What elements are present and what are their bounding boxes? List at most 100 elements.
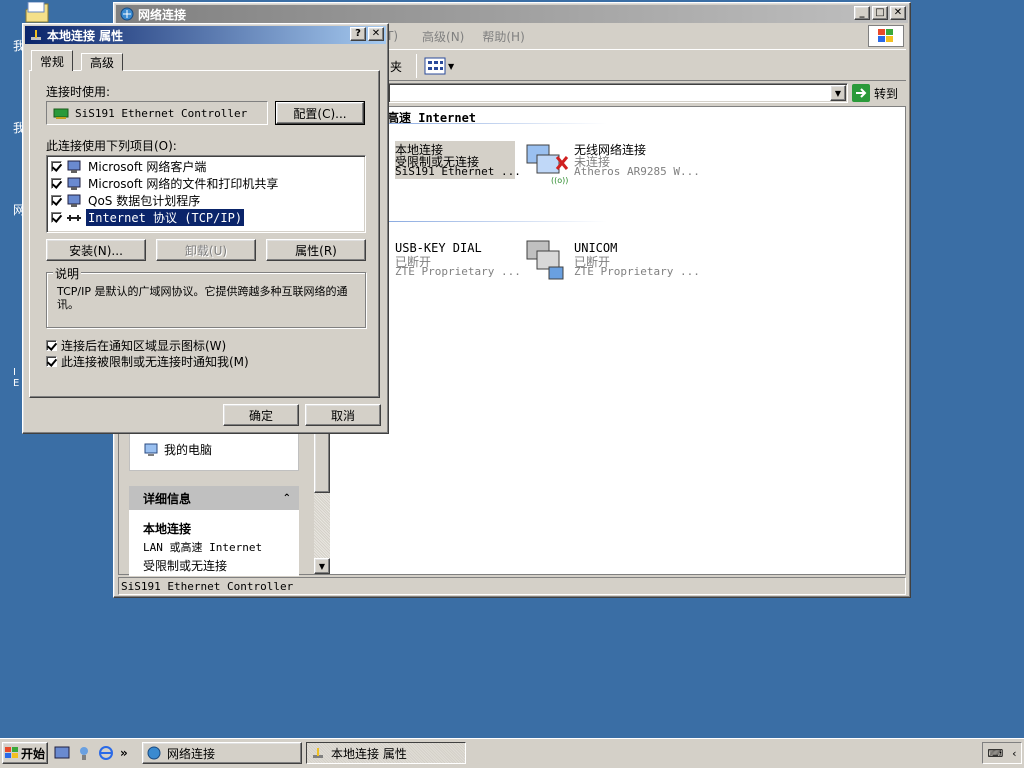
help-button[interactable]: ? [350, 27, 366, 41]
properties-dialog: 本地连接 属性 ? ✕ 常规 高级 连接时使用: SiS191 Ethernet… [22, 23, 389, 434]
install-button[interactable]: 安装(N)... [46, 239, 146, 261]
network-adapter-icon [53, 108, 69, 119]
dialup-connection-icon [523, 237, 571, 288]
close-button[interactable]: ✕ [890, 6, 906, 20]
connection-device: SiS191 Ethernet ... [395, 165, 521, 178]
desktop-icon-label: E [13, 378, 20, 389]
chevron-down-icon: ▼ [834, 88, 842, 98]
notify-icon-checkbox[interactable] [46, 340, 57, 351]
task-label: 本地连接 属性 [331, 746, 407, 761]
minimize-button[interactable]: _ [854, 6, 870, 20]
description-group: 说明 TCP/IP 是默认的广域网协议。它提供跨越多种互联网络的通讯。 [46, 265, 366, 328]
maximize-button[interactable]: □ [872, 6, 888, 20]
protocol-icon [67, 214, 81, 221]
tray-expand-icon[interactable]: ‹ [1012, 747, 1016, 760]
network-folder-icon [120, 7, 134, 21]
description-label: 说明 [53, 265, 82, 282]
component-label: Microsoft 网络客户端 [88, 160, 207, 174]
notify-limited-option[interactable]: 此连接被限制或无连接时通知我(M) [46, 353, 249, 370]
list-item[interactable]: Microsoft 网络客户端 [51, 158, 208, 175]
notify-limited-label: 此连接被限制或无连接时通知我(M) [61, 355, 249, 369]
file-sharing-icon [67, 177, 81, 190]
tab-advanced[interactable]: 高级 [81, 53, 124, 71]
notify-limited-checkbox[interactable] [46, 356, 57, 367]
views-button[interactable]: ▼ [424, 55, 460, 77]
tab-panel: 连接时使用: SiS191 Ethernet Controller 配置(C).… [29, 70, 380, 398]
notify-icon-label: 连接后在通知区域显示图标(W) [61, 339, 227, 353]
connection-device: ZTE Proprietary ... [574, 265, 700, 278]
component-checkbox[interactable] [51, 212, 62, 223]
close-icon: ✕ [371, 28, 381, 39]
keyboard-icon[interactable]: ⌨ [987, 747, 1003, 760]
uninstall-button[interactable]: 卸载(U) [156, 239, 256, 261]
details-type: LAN 或高速 Internet [143, 541, 263, 554]
task-local-properties[interactable]: 本地连接 属性 [306, 742, 466, 764]
desktop-icon-my-documents[interactable] [22, 1, 52, 24]
go-arrow-icon [852, 84, 870, 102]
component-label: Microsoft 网络的文件和打印机共享 [88, 177, 279, 191]
component-checkbox[interactable] [51, 195, 62, 206]
internet-explorer-icon[interactable] [98, 745, 114, 761]
explorer-title: 网络连接 [138, 7, 187, 22]
dialog-close-button[interactable]: ✕ [368, 27, 384, 41]
svg-text:((o)): ((o)) [551, 176, 568, 185]
list-item[interactable]: Microsoft 网络的文件和打印机共享 [51, 175, 280, 192]
address-input[interactable] [388, 83, 848, 103]
chevron-down-icon: ▼ [448, 61, 455, 71]
desktop-shortcut-icon[interactable] [54, 745, 70, 761]
go-button[interactable]: 转到 [852, 83, 898, 103]
notify-icon-option[interactable]: 连接后在通知区域显示图标(W) [46, 337, 226, 354]
network-cable-icon [313, 748, 323, 758]
windows-flag-icon [878, 29, 893, 42]
list-item[interactable]: Internet 协议 (TCP/IP) [51, 208, 246, 227]
start-label: 开始 [20, 746, 45, 761]
explorer-titlebar[interactable]: 网络连接 _ □ ✕ [116, 5, 908, 23]
scroll-down-button[interactable]: ▼ [314, 558, 330, 574]
ok-button[interactable]: 确定 [223, 404, 299, 426]
maximize-icon: □ [875, 7, 885, 18]
my-computer-label: 我的电脑 [164, 443, 213, 457]
uninstall-label: 卸载(U) [184, 243, 228, 258]
folders-button-fragment[interactable]: 夹 [390, 58, 402, 75]
list-item[interactable]: QoS 数据包计划程序 [51, 192, 202, 209]
connection-device: ZTE Proprietary ... [395, 265, 521, 278]
details-panel-header[interactable]: 详细信息 ⌃ [129, 486, 299, 510]
cancel-button[interactable]: 取消 [305, 404, 381, 426]
help-icon: ? [355, 28, 361, 39]
component-checkbox[interactable] [51, 178, 62, 189]
configure-button[interactable]: 配置(C)... [275, 101, 365, 125]
tab-general[interactable]: 常规 [31, 50, 74, 71]
system-tray: ⌨ ‹ [982, 742, 1022, 764]
dialog-titlebar[interactable]: 本地连接 属性 ? ✕ [25, 26, 386, 44]
server-icon[interactable] [76, 745, 92, 761]
component-label: QoS 数据包计划程序 [88, 194, 201, 208]
details-status: 受限制或无连接 [143, 559, 228, 573]
task-network-connections[interactable]: 网络连接 [142, 742, 302, 764]
menu-help[interactable]: 帮助(H) [482, 28, 524, 45]
tab-general-label: 常规 [40, 54, 65, 69]
minimize-icon: _ [859, 7, 865, 18]
component-checkbox[interactable] [51, 161, 62, 172]
collapse-icon: ⌃ [282, 492, 291, 504]
folder-icon [25, 1, 49, 23]
install-label: 安装(N)... [69, 243, 123, 258]
menu-advanced[interactable]: 高级(N) [422, 28, 464, 45]
status-text: SiS191 Ethernet Controller [121, 579, 294, 593]
component-properties-button[interactable]: 属性(R) [266, 239, 366, 261]
components-label: 此连接使用下列项目(O): [46, 139, 177, 153]
adapter-name: SiS191 Ethernet Controller [75, 106, 248, 120]
my-computer-link[interactable]: 我的电脑 [144, 441, 212, 458]
quick-launch-more[interactable]: » [120, 746, 128, 760]
tab-advanced-label: 高级 [90, 55, 115, 70]
address-dropdown-button[interactable]: ▼ [830, 85, 846, 101]
qos-scheduler-icon [67, 194, 81, 207]
cancel-label: 取消 [330, 408, 355, 423]
go-label: 转到 [874, 86, 899, 101]
components-list[interactable]: Microsoft 网络客户端 Microsoft 网络的文件和打印机共享 Qo… [46, 155, 366, 233]
dialog-title: 本地连接 属性 [47, 28, 124, 43]
configure-label: 配置(C)... [293, 106, 347, 121]
connection-unicom[interactable]: UNICOM 已断开 ZTE Proprietary ... [574, 241, 774, 289]
network-client-icon [67, 160, 81, 173]
connection-wireless[interactable]: 无线网络连接 未连接 Atheros AR9285 W... [574, 141, 774, 189]
start-button[interactable]: 开始 [2, 742, 48, 764]
